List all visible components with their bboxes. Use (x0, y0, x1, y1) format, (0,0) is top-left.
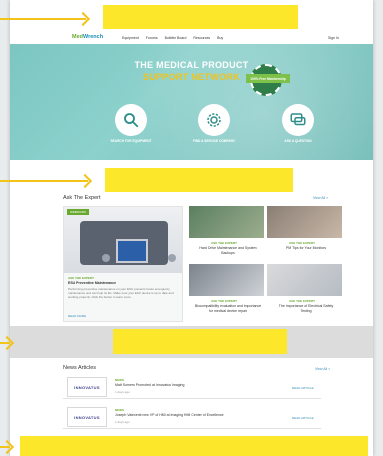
card-title: PM Tips for Your Monitors (285, 246, 327, 250)
annotation-arrow (0, 446, 10, 448)
news-date: 1 days ago (115, 390, 130, 394)
expert-card[interactable]: ASK THE EXPERT PM Tips for Your Monitors (267, 206, 342, 264)
expert-card[interactable]: ASK THE EXPERT Hard Drive Maintenance an… (189, 206, 264, 264)
news-category: NEWS (115, 378, 124, 382)
nav-item-buy[interactable]: Buy (217, 36, 223, 40)
chat-icon (290, 113, 306, 126)
card-title: The Importance of Electrical Safety Test… (278, 304, 334, 313)
membership-badge-text: 100% Free Membership (246, 74, 290, 83)
ask-expert-title: Ask The Expert (63, 195, 101, 201)
nav-item-resources[interactable]: Resources (193, 36, 210, 40)
card-image (267, 264, 342, 296)
featured-title: ESU Preventive Maintenance (68, 281, 117, 285)
hero-title-line2: SUPPORT NETWORK (142, 72, 240, 82)
main-nav: Equipment Forums Bulletin Board Resource… (122, 36, 223, 40)
logo-accent-text: Wrench (83, 34, 104, 40)
nav-item-forums[interactable]: Forums (146, 36, 158, 40)
highlight-box-footer (20, 436, 368, 456)
device-knob (102, 254, 110, 262)
innovatus-logo: INNOVATUS (67, 407, 107, 427)
innovatus-logo: INNOVATUS (67, 377, 107, 397)
card-image (189, 264, 264, 296)
news-row[interactable]: INNOVATUS NEWS Matt Somers Promoted at I… (63, 374, 321, 399)
device-knob (168, 254, 176, 262)
web-page: MedWrench Equipment Forums Bulletin Boar… (10, 0, 373, 456)
card-category: ASK THE EXPERT (211, 241, 238, 245)
ask-question-button[interactable] (282, 104, 314, 136)
news-view-all-link[interactable]: View All > (315, 367, 330, 371)
highlight-box-header (103, 5, 298, 29)
card-title: Biocompatibility evaluation and importan… (194, 304, 262, 313)
annotation-arrow (0, 342, 10, 344)
nav-item-bulletin-board[interactable]: Bulletin Board (165, 36, 187, 40)
read-article-link[interactable]: READ ARTICLE (292, 386, 314, 390)
news-articles-title: News Articles (63, 365, 97, 371)
news-date: 1 days ago (115, 420, 130, 424)
card-category: ASK THE EXPERT (289, 241, 316, 245)
site-logo[interactable]: MedWrench (72, 34, 103, 40)
featured-article-image (64, 207, 182, 273)
news-row[interactable]: INNOVATUS NEWS Joseph Valecenti new VP o… (63, 404, 321, 429)
featured-tag-badge: WEBINARS (67, 209, 90, 215)
card-category: ASK THE EXPERT (289, 299, 316, 303)
card-image (189, 206, 264, 238)
featured-description: Performing preventive maintenance on you… (68, 287, 174, 299)
highlight-box-divider (113, 329, 287, 354)
hero-banner: THE MEDICAL PRODUCT SUPPORT NETWORK 100%… (10, 44, 373, 160)
hero-title-line1: THE MEDICAL PRODUCT (134, 60, 249, 70)
card-title: Hard Drive Maintenance and System Backup… (199, 246, 257, 255)
featured-category: ASK THE EXPERT (68, 276, 95, 280)
search-equipment-button[interactable] (115, 104, 147, 136)
news-headline: Matt Somers Promoted at Innovatus Imagin… (115, 383, 185, 387)
sign-in-link[interactable]: Sign In (328, 36, 339, 40)
search-icon (124, 113, 139, 128)
news-category: NEWS (115, 408, 124, 412)
card-image (267, 206, 342, 238)
read-article-link[interactable]: READ ARTICLE (292, 416, 314, 420)
featured-article-card[interactable]: WEBINARS ASK THE EXPERT ESU Preventive M… (63, 206, 183, 322)
annotation-arrow (0, 18, 86, 20)
screenshot-frame: MedWrench Equipment Forums Bulletin Boar… (0, 0, 383, 456)
ask-expert-view-all-link[interactable]: View All > (313, 196, 328, 200)
site-header: MedWrench Equipment Forums Bulletin Boar… (10, 32, 373, 44)
expert-card[interactable]: ASK THE EXPERT The Importance of Electri… (267, 264, 342, 322)
featured-read-more-link[interactable]: READ MORE (68, 314, 86, 318)
annotation-arrow (0, 180, 88, 182)
find-service-company-button[interactable] (198, 104, 230, 136)
news-headline: Joseph Valecenti new VP of HMI at Imagin… (115, 413, 224, 417)
esu-device-image (80, 221, 176, 265)
ask-question-label: ASK A QUESTION (284, 139, 312, 143)
expert-card[interactable]: ASK THE EXPERT Biocompatibility evaluati… (189, 264, 264, 322)
card-category: ASK THE EXPERT (211, 299, 238, 303)
highlight-box-ask-expert (105, 168, 293, 192)
gear-icon (207, 113, 221, 127)
find-service-company-label: FIND A SERVICE COMPANY (192, 139, 236, 143)
nav-item-equipment[interactable]: Equipment (122, 36, 139, 40)
search-equipment-label: SEARCH FOR EQUIPMENT (110, 139, 152, 143)
logo-main-text: Med (72, 34, 83, 40)
device-screen (116, 239, 148, 263)
